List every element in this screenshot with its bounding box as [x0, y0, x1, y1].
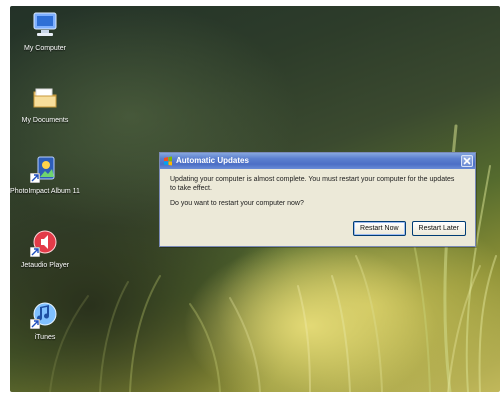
dialog-titlebar[interactable]: Automatic Updates — [160, 153, 475, 169]
dialog-buttons: Restart Now Restart Later — [353, 221, 466, 236]
desktop-icon-itunes[interactable]: iTunes — [10, 299, 80, 342]
desktop-icon-my-computer[interactable]: My Computer — [10, 10, 80, 53]
desktop-icon-photoimpact[interactable]: PhotoImpact Album 11 — [10, 153, 80, 196]
shortcut-arrow-icon — [30, 247, 40, 257]
automatic-updates-dialog: Automatic Updates Updating your computer… — [159, 152, 476, 247]
desktop-icon-label: Jetaudio Player — [20, 262, 70, 269]
shortcut-arrow-icon — [30, 319, 40, 329]
photoimpact-icon — [30, 153, 60, 183]
itunes-icon — [30, 299, 60, 329]
dialog-title: Automatic Updates — [176, 156, 249, 165]
audio-player-icon — [30, 227, 60, 257]
dialog-body: Updating your computer is almost complet… — [160, 169, 475, 208]
desktop-icon-label: iTunes — [34, 334, 56, 341]
desktop-icon-label: PhotoImpact Album 11 — [10, 188, 80, 195]
desktop-icon-label: My Computer — [23, 45, 66, 52]
folder-documents-icon — [30, 82, 60, 112]
desktop-icon-my-documents[interactable]: My Documents — [10, 82, 80, 125]
shortcut-arrow-icon — [30, 173, 40, 183]
windows-update-icon — [164, 156, 172, 166]
close-icon — [463, 157, 471, 165]
dialog-question: Do you want to restart your computer now… — [170, 200, 304, 207]
desktop: My Computer My Documents PhotoImpact Alb… — [10, 6, 500, 392]
desktop-icon-label: My Documents — [21, 117, 69, 124]
computer-icon — [30, 10, 60, 40]
restart-later-button[interactable]: Restart Later — [411, 221, 466, 236]
close-button[interactable] — [461, 155, 473, 167]
restart-now-button[interactable]: Restart Now — [353, 221, 406, 236]
desktop-icon-jetaudio[interactable]: Jetaudio Player — [10, 227, 80, 270]
dialog-message: Updating your computer is almost complet… — [170, 176, 455, 192]
